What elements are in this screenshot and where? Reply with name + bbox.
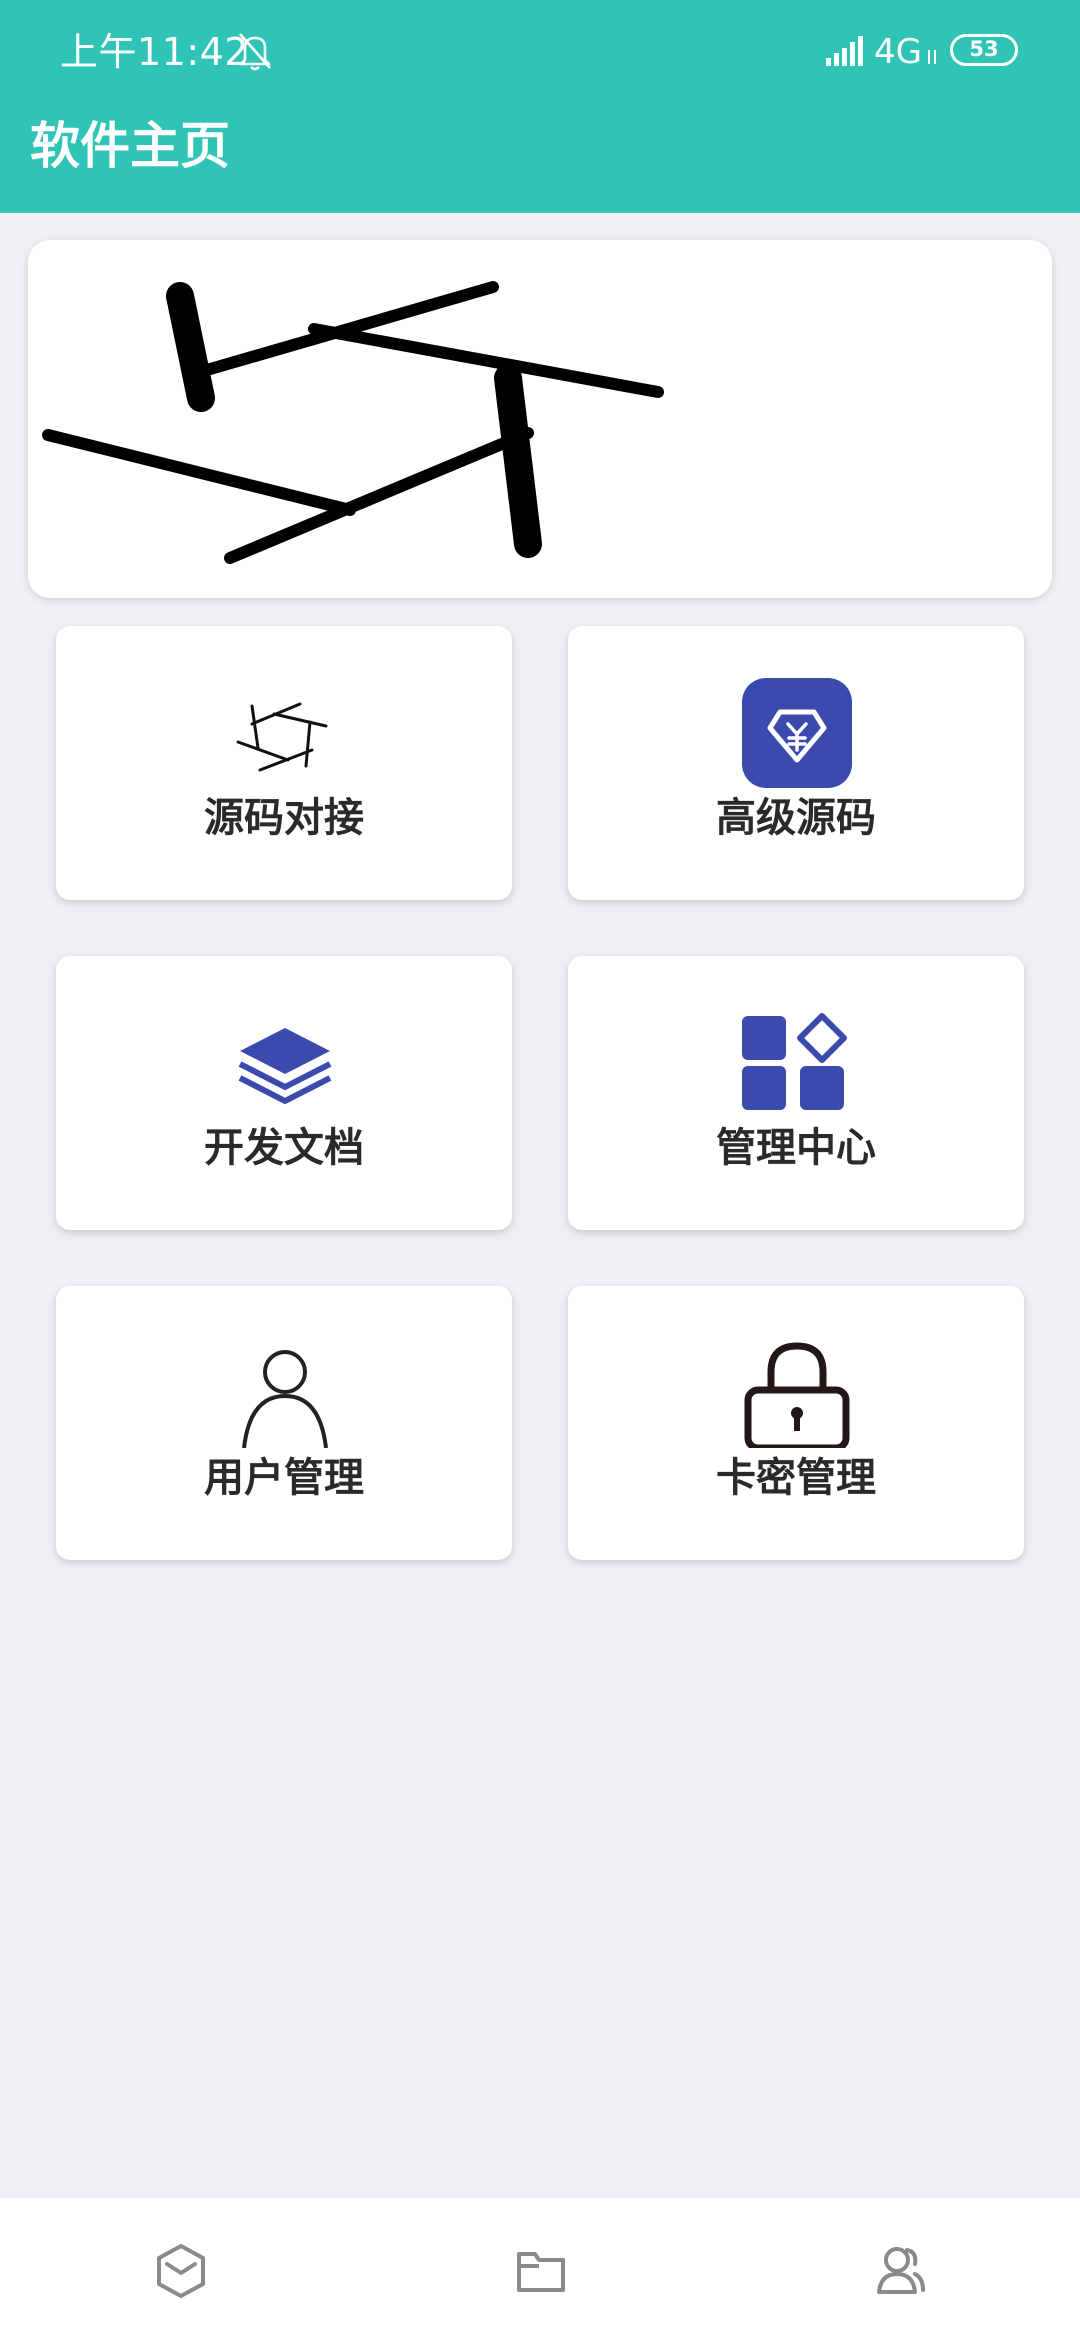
user-icon <box>242 1350 328 1448</box>
tile-label: 开发文档 <box>204 1125 364 1171</box>
nav-files[interactable] <box>360 2198 720 2340</box>
tile-label: 卡密管理 <box>716 1455 876 1501</box>
bell-muted-icon <box>239 33 271 71</box>
banner[interactable] <box>28 240 1052 598</box>
tile-dev-docs[interactable]: 开发文档 <box>56 956 512 1230</box>
app-header: 上午11:42 4G 53 软件主页 <box>0 0 1080 213</box>
nav-users[interactable] <box>720 2198 1080 2340</box>
battery-indicator: 53 <box>950 34 1018 66</box>
layers-icon <box>238 1028 332 1104</box>
bottom-nav <box>0 2198 1080 2340</box>
tile-user-management[interactable]: 用户管理 <box>56 1286 512 1560</box>
tile-label: 源码对接 <box>204 795 364 841</box>
apps-grid-icon <box>742 1013 847 1110</box>
tile-label: 用户管理 <box>204 1455 364 1501</box>
diamond-yen-icon <box>742 678 852 788</box>
tile-admin-center[interactable]: 管理中心 <box>568 956 1024 1230</box>
tile-advanced-source[interactable]: 高级源码 <box>568 626 1024 900</box>
tile-source-integration[interactable]: 源码对接 <box>56 626 512 900</box>
tile-card-key-management[interactable]: 卡密管理 <box>568 1286 1024 1560</box>
home-cube-icon <box>157 2244 205 2298</box>
tile-label: 高级源码 <box>716 795 876 841</box>
page-title: 软件主页 <box>30 117 230 175</box>
users-icon <box>877 2247 925 2294</box>
status-time: 上午11:42 <box>60 30 250 74</box>
lock-icon <box>744 1342 850 1448</box>
shutter-logo-image <box>42 281 664 564</box>
signal-icon <box>826 36 863 66</box>
network-type: 4G <box>874 32 922 72</box>
data-arrows-icon <box>928 50 936 64</box>
folder-icon <box>517 2252 565 2292</box>
nav-home[interactable] <box>0 2198 360 2340</box>
shutter-icon <box>236 702 328 772</box>
tile-label: 管理中心 <box>716 1125 876 1171</box>
